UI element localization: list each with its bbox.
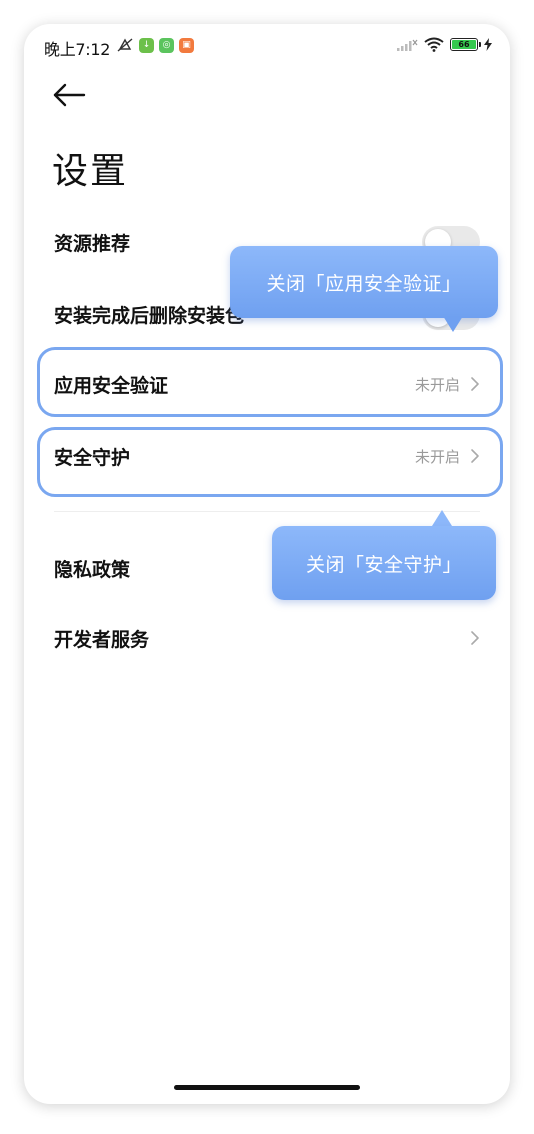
- setting-developer-services[interactable]: 开发者服务: [54, 621, 480, 655]
- section-divider: [54, 511, 480, 512]
- orange-app-icon: ▣: [179, 37, 194, 53]
- home-indicator[interactable]: [174, 1085, 360, 1090]
- back-arrow-icon[interactable]: [52, 82, 86, 108]
- tooltip-arrow: [443, 316, 463, 332]
- status-right-icons: 66: [396, 37, 492, 52]
- tooltip-text: 关闭「应用安全验证」: [266, 272, 462, 295]
- setting-label: 安全守护: [54, 446, 131, 469]
- status-time: 晚上7:12: [44, 40, 111, 59]
- wifi-icon: [424, 37, 444, 52]
- setting-security-guard[interactable]: 安全守护 未开启: [54, 439, 480, 473]
- battery-icon: 66: [450, 38, 481, 51]
- status-left-icons: ↓ ◎ ▣: [116, 37, 194, 53]
- tooltip-close-app-verify: 关闭「应用安全验证」: [230, 246, 498, 318]
- setting-label: 开发者服务: [54, 628, 150, 651]
- green-app-icon: ◎: [159, 37, 174, 53]
- phone-screen: 晚上7:12 ↓ ◎ ▣ 66 设置 资源推荐 安装完成后删除安装包 关闭「应用…: [24, 24, 510, 1104]
- chevron-right-icon: [471, 377, 479, 391]
- page-title: 设置: [52, 151, 129, 192]
- setting-status: 未开启: [414, 375, 460, 394]
- setting-app-security-verify[interactable]: 应用安全验证 未开启: [54, 367, 480, 401]
- tooltip-arrow: [432, 510, 452, 526]
- setting-label: 应用安全验证: [54, 374, 169, 397]
- signal-icon: [397, 39, 418, 51]
- download-app-icon: ↓: [139, 37, 154, 53]
- chevron-right-icon: [471, 631, 479, 645]
- setting-status: 未开启: [414, 447, 460, 466]
- charging-icon: [484, 38, 492, 51]
- mute-icon: [117, 38, 133, 52]
- chevron-right-icon: [471, 449, 479, 463]
- setting-label: 隐私政策: [54, 558, 131, 581]
- battery-level: 66: [452, 40, 476, 49]
- setting-privacy-policy[interactable]: 隐私政策: [54, 551, 480, 585]
